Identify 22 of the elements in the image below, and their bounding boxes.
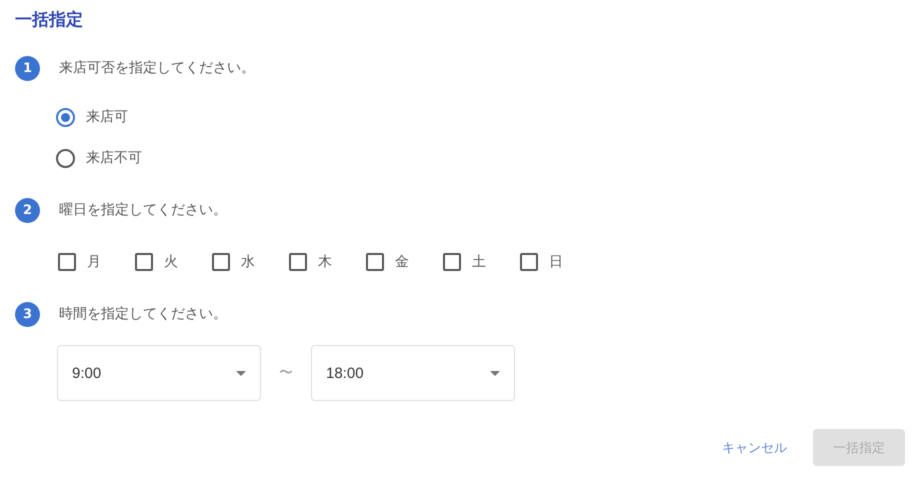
dropdown-caret-icon — [236, 370, 246, 376]
weekday-checkbox[interactable]: 火 — [135, 250, 178, 274]
range-separator: 〜 — [278, 364, 294, 382]
end-time-select[interactable]: 18:00 — [311, 345, 515, 401]
step-number-badge: 1 — [15, 56, 40, 80]
step-instruction: 来店可否を指定してください。 — [59, 59, 255, 77]
weekday-checkbox[interactable]: 土 — [443, 250, 486, 274]
step-number-badge: 2 — [15, 198, 40, 222]
dialog-title: 一括指定 — [15, 9, 83, 32]
dropdown-caret-icon — [490, 370, 500, 376]
weekday-checkbox[interactable]: 木 — [289, 250, 332, 274]
radio-option[interactable]: 来店可 — [56, 105, 128, 129]
weekday-checkbox[interactable]: 金 — [366, 250, 409, 274]
weekday-checkbox[interactable]: 月 — [58, 250, 101, 274]
cancel-button[interactable]: キャンセル — [712, 429, 797, 466]
start-time-select[interactable]: 9:00 — [57, 345, 261, 401]
weekday-checkbox[interactable]: 水 — [212, 250, 255, 274]
step-number-badge: 3 — [15, 302, 40, 326]
step-instruction: 時間を指定してください。 — [59, 305, 227, 323]
weekday-checkbox[interactable]: 日 — [520, 250, 563, 274]
step-instruction: 曜日を指定してください。 — [59, 201, 227, 219]
radio-option[interactable]: 来店不可 — [56, 146, 142, 170]
